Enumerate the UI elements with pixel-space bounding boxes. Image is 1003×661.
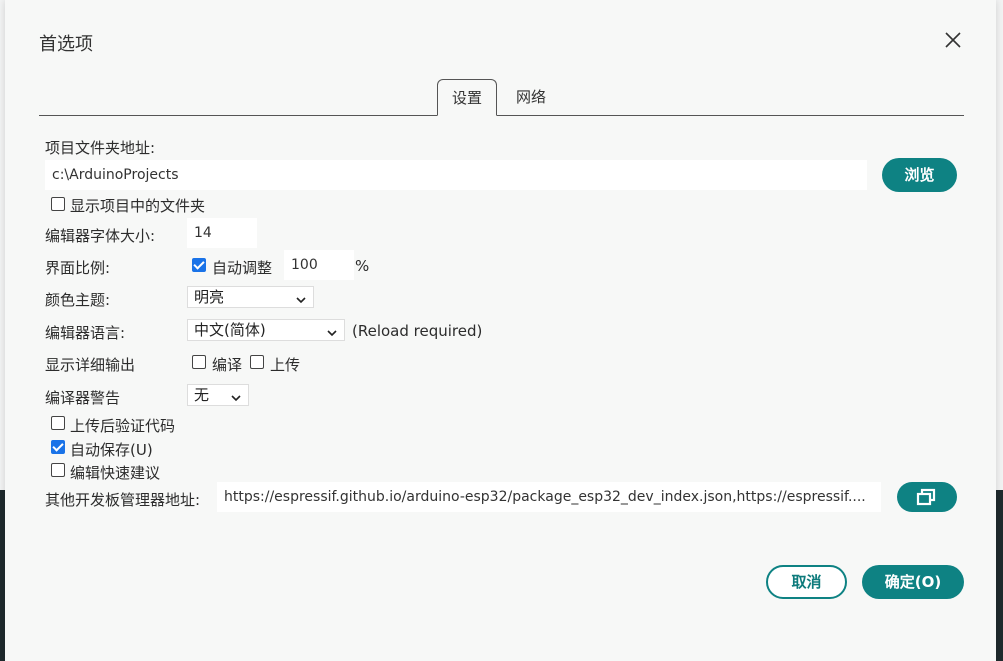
warnings-select[interactable]: 无 <box>187 384 249 406</box>
language-note: (Reload required) <box>352 322 483 340</box>
scale-input[interactable]: 100 <box>284 250 354 280</box>
close-icon[interactable] <box>943 30 963 50</box>
scale-unit: % <box>355 257 370 275</box>
autosave-label: 自动保存(U) <box>70 441 153 459</box>
verbose-upload-label: 上传 <box>270 356 301 374</box>
warnings-label: 编译器警告 <box>45 389 121 407</box>
font-size-input[interactable]: 14 <box>187 218 257 248</box>
theme-select-value: 明亮 <box>194 288 225 306</box>
auto-scale-label: 自动调整 <box>212 259 273 277</box>
browse-button[interactable]: 浏览 <box>882 158 957 192</box>
autosave-checkbox[interactable] <box>51 440 65 454</box>
preferences-dialog: 首选项 设置 网络 项目文件夹地址: c:\ArduinoProjects 浏览… <box>5 0 996 661</box>
language-label: 编辑器语言: <box>45 324 126 342</box>
cancel-button[interactable]: 取消 <box>766 565 847 599</box>
show-files-checkbox[interactable] <box>51 197 65 211</box>
scale-label: 界面比例: <box>45 259 111 277</box>
verbose-compile-checkbox[interactable] <box>192 355 206 369</box>
language-select[interactable]: 中文(简体) <box>187 319 345 341</box>
verbose-upload-checkbox[interactable] <box>250 355 264 369</box>
theme-select[interactable]: 明亮 <box>187 286 314 308</box>
chevron-down-icon <box>326 324 338 337</box>
auto-scale-checkbox[interactable] <box>192 258 206 272</box>
font-size-label: 编辑器字体大小: <box>45 227 156 245</box>
quick-suggestions-checkbox[interactable] <box>51 463 65 477</box>
sketchbook-input[interactable]: c:\ArduinoProjects <box>45 160 867 190</box>
theme-label: 颜色主题: <box>45 291 111 309</box>
window-restore-icon[interactable] <box>897 482 957 512</box>
dialog-title: 首选项 <box>39 34 93 55</box>
language-select-value: 中文(简体) <box>194 321 266 339</box>
show-files-label: 显示项目中的文件夹 <box>70 197 206 215</box>
tab-settings[interactable]: 设置 <box>437 79 498 116</box>
quick-suggestions-label: 编辑快速建议 <box>70 464 161 482</box>
board-urls-label: 其他开发板管理器地址: <box>45 491 201 509</box>
verbose-compile-label: 编译 <box>212 356 243 374</box>
sketchbook-label: 项目文件夹地址: <box>45 139 156 157</box>
verbose-label: 显示详细输出 <box>45 356 136 374</box>
chevron-down-icon <box>295 291 307 304</box>
background-editor-edge-right <box>996 490 1003 661</box>
verify-label: 上传后验证代码 <box>70 417 176 435</box>
board-urls-input[interactable]: https://espressif.github.io/arduino-esp3… <box>217 482 881 512</box>
warnings-select-value: 无 <box>194 386 210 404</box>
verify-checkbox[interactable] <box>51 416 65 430</box>
ok-button[interactable]: 确定(O) <box>862 565 964 599</box>
tab-network[interactable]: 网络 <box>502 79 560 116</box>
chevron-down-icon <box>230 389 242 402</box>
